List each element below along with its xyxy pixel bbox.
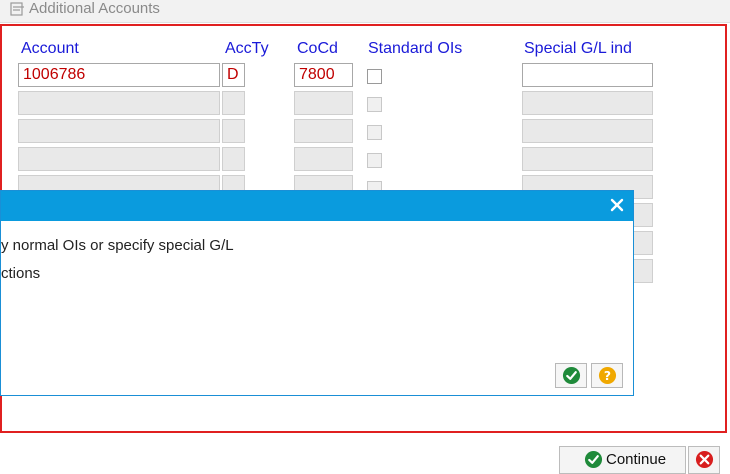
- accty-field[interactable]: D: [222, 63, 245, 87]
- accty-field[interactable]: [222, 91, 245, 115]
- accty-field[interactable]: [222, 119, 245, 143]
- cancel-button[interactable]: [688, 446, 720, 474]
- column-header-account: Account: [21, 40, 79, 57]
- window-titlebar: Additional Accounts: [0, 0, 730, 23]
- popup-message-line-1: y normal OIs or specify special G/L: [1, 237, 234, 254]
- column-header-cocd: CoCd: [297, 40, 338, 57]
- cocd-field[interactable]: [294, 119, 353, 143]
- info-popup: y normal OIs or specify special G/L ctio…: [0, 190, 634, 396]
- cocd-field[interactable]: [294, 91, 353, 115]
- column-header-accty: AccTy: [225, 40, 269, 57]
- close-icon[interactable]: [608, 196, 626, 214]
- standard-ois-checkbox[interactable]: [367, 153, 382, 168]
- popup-message-line-2: ctions: [1, 265, 41, 282]
- question-icon: ?: [598, 366, 617, 385]
- column-header-standard-ois: Standard OIs: [368, 40, 463, 57]
- accty-field[interactable]: [222, 147, 245, 171]
- cocd-field[interactable]: 7800: [294, 63, 353, 87]
- confirm-button[interactable]: [555, 363, 587, 388]
- window-title: Additional Accounts: [29, 0, 160, 17]
- help-button[interactable]: ?: [591, 363, 623, 388]
- special-gl-ind-field[interactable]: [522, 91, 653, 115]
- account-field[interactable]: [18, 147, 220, 171]
- document-edit-icon: [10, 2, 24, 16]
- special-gl-ind-field[interactable]: [522, 63, 653, 87]
- column-header-special-gl-ind: Special G/L ind: [524, 40, 632, 57]
- standard-ois-checkbox[interactable]: [367, 125, 382, 140]
- account-field[interactable]: 1006786: [18, 63, 220, 87]
- cocd-field[interactable]: [294, 147, 353, 171]
- svg-text:?: ?: [604, 369, 611, 383]
- standard-ois-checkbox[interactable]: [367, 97, 382, 112]
- continue-button[interactable]: Continue: [559, 446, 686, 474]
- special-gl-ind-field[interactable]: [522, 147, 653, 171]
- standard-ois-checkbox[interactable]: [367, 69, 382, 84]
- account-field[interactable]: [18, 91, 220, 115]
- account-field[interactable]: [18, 119, 220, 143]
- popup-titlebar: [1, 191, 633, 221]
- checkmark-icon: [562, 366, 581, 385]
- special-gl-ind-field[interactable]: [522, 119, 653, 143]
